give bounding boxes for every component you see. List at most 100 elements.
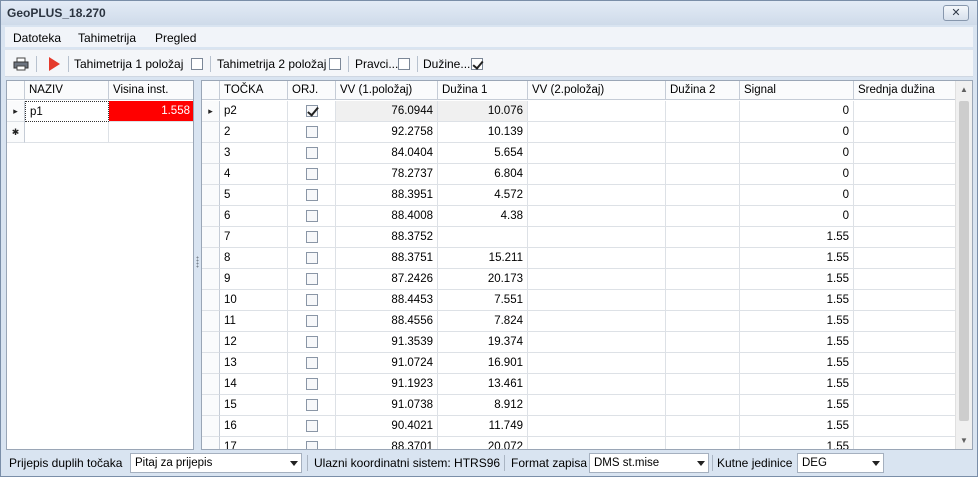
orj-checkbox[interactable] [306,378,318,390]
cell-vv2[interactable] [528,185,666,206]
table-row[interactable]: 9 87.2426 20.173 1.55 [202,269,957,290]
cell-duzina2[interactable] [666,122,740,143]
table-row[interactable]: 12 91.3539 19.374 1.55 [202,332,957,353]
cell-srednja[interactable] [854,122,957,143]
cell-srednja[interactable] [854,227,957,248]
cell-duzina1[interactable]: 8.912 [438,395,528,416]
cell-srednja[interactable] [854,437,957,449]
row-header[interactable] [202,227,220,248]
orj-checkbox[interactable] [306,105,318,117]
cell-srednja[interactable] [854,269,957,290]
cell-orj[interactable] [288,122,336,143]
cell-duzina1[interactable]: 13.461 [438,374,528,395]
cell-visina[interactable]: 1.558 [109,101,193,122]
cell-signal[interactable]: 0 [740,164,854,185]
column-header-srednja[interactable]: Srednja dužina [854,81,957,100]
cell-duzina2[interactable] [666,101,740,122]
cell-vv2[interactable] [528,311,666,332]
scroll-up-icon[interactable]: ▲ [956,81,972,98]
table-row[interactable]: ▸ p2 76.0944 10.076 0 [202,101,957,122]
row-header[interactable] [202,206,220,227]
cell-orj[interactable] [288,374,336,395]
table-row[interactable]: 7 88.3752 1.55 [202,227,957,248]
cell-srednja[interactable] [854,101,957,122]
cell-duzina2[interactable] [666,248,740,269]
cell-srednja[interactable] [854,416,957,437]
cell-duzina1[interactable] [438,227,528,248]
table-row[interactable]: 4 78.2737 6.804 0 [202,164,957,185]
table-row[interactable]: 3 84.0404 5.654 0 [202,143,957,164]
cell-duzina1[interactable]: 20.072 [438,437,528,449]
column-header-vv2[interactable]: VV (2.položaj) [528,81,666,100]
menu-datoteka[interactable]: Datoteka [13,31,61,45]
tahimetrija1-checkbox[interactable] [191,58,203,70]
cell-vv1[interactable]: 88.3951 [336,185,438,206]
orj-checkbox[interactable] [306,294,318,306]
cell-naziv[interactable]: p1 [25,101,109,122]
cell-duzina2[interactable] [666,164,740,185]
cell-vv1[interactable]: 92.2758 [336,122,438,143]
cell-duzina1[interactable]: 16.901 [438,353,528,374]
row-header[interactable] [202,311,220,332]
close-button[interactable]: ✕ [943,5,969,21]
table-row[interactable]: 15 91.0738 8.912 1.55 [202,395,957,416]
column-header-tocka[interactable]: TOČKA [220,81,288,100]
format-select[interactable]: DMS st.mise [589,453,709,473]
scrollbar-thumb[interactable] [959,101,969,421]
cell-signal[interactable]: 1.55 [740,227,854,248]
orj-checkbox[interactable] [306,231,318,243]
cell-tocka[interactable]: 14 [220,374,288,395]
cell-signal[interactable]: 0 [740,122,854,143]
cell-duzina2[interactable] [666,416,740,437]
new-row[interactable]: ✱ [7,122,193,143]
table-row[interactable]: 10 88.4453 7.551 1.55 [202,290,957,311]
cell-duzina1[interactable]: 4.38 [438,206,528,227]
cell-vv2[interactable] [528,101,666,122]
cell-vv1[interactable]: 88.3701 [336,437,438,449]
column-header-naziv[interactable]: NAZIV [25,81,109,100]
cell-vv2[interactable] [528,248,666,269]
cell-duzina2[interactable] [666,311,740,332]
cell-orj[interactable] [288,332,336,353]
orj-checkbox[interactable] [306,168,318,180]
cell-duzina1[interactable]: 10.076 [438,101,528,122]
cell-vv1[interactable]: 91.0738 [336,395,438,416]
cell-tocka[interactable]: 10 [220,290,288,311]
column-header-signal[interactable]: Signal [740,81,854,100]
row-header[interactable] [202,332,220,353]
cell-tocka[interactable]: 3 [220,143,288,164]
column-header-duzina2[interactable]: Dužina 2 [666,81,740,100]
cell-duzina2[interactable] [666,227,740,248]
table-row[interactable]: 11 88.4556 7.824 1.55 [202,311,957,332]
cell-tocka[interactable]: 12 [220,332,288,353]
menu-pregled[interactable]: Pregled [155,31,196,45]
cell-srednja[interactable] [854,185,957,206]
printer-icon[interactable] [13,56,29,72]
cell-signal[interactable]: 1.55 [740,248,854,269]
cell-orj[interactable] [288,227,336,248]
cell-tocka[interactable]: p2 [220,101,288,122]
cell-duzina1[interactable]: 10.139 [438,122,528,143]
table-row[interactable]: 2 92.2758 10.139 0 [202,122,957,143]
column-header-duzina1[interactable]: Dužina 1 [438,81,528,100]
cell-duzina2[interactable] [666,374,740,395]
tahimetrija2-checkbox[interactable] [329,58,341,70]
cell-srednja[interactable] [854,206,957,227]
cell-signal[interactable]: 0 [740,101,854,122]
cell-signal[interactable]: 1.55 [740,353,854,374]
row-header[interactable] [202,416,220,437]
orj-checkbox[interactable] [306,189,318,201]
cell-srednja[interactable] [854,290,957,311]
cell-signal[interactable]: 1.55 [740,269,854,290]
duzine-checkbox[interactable] [471,58,483,70]
cell-signal[interactable]: 0 [740,206,854,227]
current-row-marker[interactable]: ▸ [202,101,220,122]
cell-tocka[interactable]: 5 [220,185,288,206]
cell-srednja[interactable] [854,143,957,164]
table-row[interactable]: 13 91.0724 16.901 1.55 [202,353,957,374]
cell-vv2[interactable] [528,122,666,143]
orj-checkbox[interactable] [306,210,318,222]
cell-tocka[interactable]: 15 [220,395,288,416]
cell-vv1[interactable]: 91.3539 [336,332,438,353]
table-row[interactable]: 5 88.3951 4.572 0 [202,185,957,206]
